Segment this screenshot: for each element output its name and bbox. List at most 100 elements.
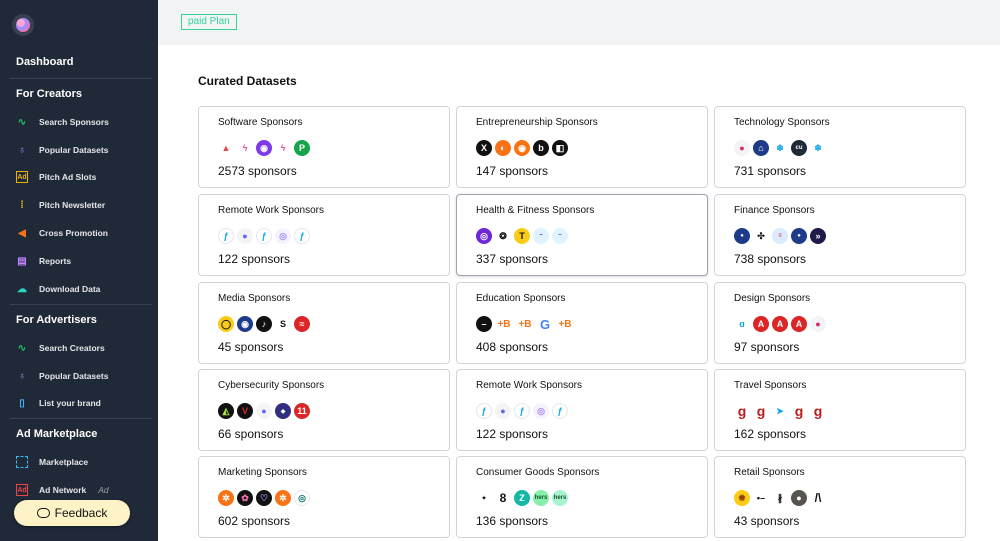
- sponsor-logos: ◭ V ● ◆ 11: [218, 402, 313, 420]
- dataset-card-marketing[interactable]: Marketing Sponsors ✲ ✿ ♡ ✲ ◎ 602 sponsor…: [198, 456, 450, 538]
- report-icon: ▤: [17, 255, 27, 267]
- sponsor-logo-icon: ●: [237, 228, 253, 244]
- sponsor-logo-icon: ◭: [218, 403, 234, 419]
- sponsor-logo-icon: ●: [810, 316, 826, 332]
- sponsor-logos: ◯ ◉ ♪ S ≈: [218, 315, 313, 333]
- sponsor-logos: g g ➤ g g: [734, 402, 829, 420]
- sponsor-logo-icon: b: [533, 140, 549, 156]
- sponsor-logo-icon: S: [275, 316, 291, 332]
- dataset-card-cybersecurity[interactable]: Cybersecurity Sponsors ◭ V ● ◆ 11 66 spo…: [198, 369, 450, 451]
- sponsor-logo-icon: hers: [533, 490, 549, 506]
- sponsor-logo-icon: ≡: [772, 228, 788, 244]
- sponsor-logo-icon: ~: [533, 228, 549, 244]
- dataset-card-software[interactable]: Software Sponsors ▲ ϟ ◉ ϟ P 2573 sponsor…: [198, 106, 450, 188]
- sponsor-logo-icon: P: [294, 140, 310, 156]
- sponsor-logo-icon: »: [810, 228, 826, 244]
- dataset-card-travel[interactable]: Travel Sponsors g g ➤ g g 162 sponsors: [714, 369, 966, 451]
- dataset-card-remote-work-2[interactable]: Remote Work Sponsors ƒ ● ƒ ◎ ƒ 122 spons…: [456, 369, 708, 451]
- sponsor-logo-icon: ●: [791, 228, 807, 244]
- sponsor-logo-icon: ●: [256, 403, 272, 419]
- sidebar: Dashboard For Creators ∿ Search Sponsors …: [0, 0, 158, 541]
- nav-dashboard[interactable]: Dashboard: [16, 56, 73, 68]
- sponsor-logo-icon: ◎: [275, 228, 291, 244]
- dataset-card-technology[interactable]: Technology Sponsors ● ⌂ ❄ cu ❄ 731 spons…: [714, 106, 966, 188]
- sponsor-logo-icon: ✦: [476, 490, 492, 506]
- nav-popular-datasets-advertisers[interactable]: ♁ Popular Datasets: [16, 368, 108, 384]
- plan-badge[interactable]: paid Plan: [181, 14, 237, 30]
- nav-search-creators[interactable]: ∿ Search Creators: [16, 340, 105, 356]
- dataset-card-finance[interactable]: Finance Sponsors ● ✣ ≡ ● » 738 sponsors: [714, 194, 966, 276]
- nav-cross-promotion[interactable]: ◀ Cross Promotion: [16, 225, 108, 241]
- sponsor-logo-icon: ɑ: [734, 316, 750, 332]
- sponsor-logo-icon: ✲: [218, 490, 234, 506]
- sponsor-logo-icon: ◉: [237, 316, 253, 332]
- sponsor-logo-icon: Z: [514, 490, 530, 506]
- sponsor-logo-icon: +B: [516, 316, 534, 332]
- nav-marketplace[interactable]: Marketplace: [16, 454, 88, 470]
- nav-popular-datasets[interactable]: ♁ Popular Datasets: [16, 142, 108, 158]
- app-logo[interactable]: [12, 14, 34, 36]
- sponsor-logo-icon: ◉: [514, 140, 530, 156]
- sponsor-logo-icon: ◎: [533, 403, 549, 419]
- sponsor-logo-icon: ◐: [495, 140, 511, 156]
- sponsor-logo-icon: V: [237, 403, 253, 419]
- sponsor-logo-icon: ∦: [772, 490, 788, 506]
- flame-icon: ♁: [18, 144, 26, 156]
- sponsor-logos: ✲ ✿ ♡ ✲ ◎: [218, 489, 313, 507]
- dots-icon: ⁞: [20, 199, 24, 211]
- sponsor-logo-icon: +B: [556, 316, 574, 332]
- sponsor-logos: ɑ A A A ●: [734, 315, 829, 333]
- sponsor-logo-icon: ϟ: [237, 140, 253, 156]
- nav-search-sponsors[interactable]: ∿ Search Sponsors: [16, 114, 109, 130]
- dataset-card-consumer-goods[interactable]: Consumer Goods Sponsors ✦ 8 Z hers hers …: [456, 456, 708, 538]
- sponsor-logo-icon: ~: [552, 228, 568, 244]
- sponsor-logo-icon: ◆: [275, 403, 291, 419]
- sponsor-logos: ✹ •– ∦ ● /\: [734, 489, 829, 507]
- sponsor-logo-icon: ❄: [772, 140, 788, 156]
- sponsor-logo-icon: T: [514, 228, 530, 244]
- feedback-button[interactable]: Feedback: [14, 500, 130, 526]
- cloud-download-icon: ☁: [17, 283, 27, 295]
- sponsor-logos: – +B +B G +B: [476, 315, 577, 333]
- sponsor-logo-icon: ✲: [275, 490, 291, 506]
- dataset-card-health-fitness[interactable]: Health & Fitness Sponsors ◎ ❂ T ~ ~ 337 …: [456, 194, 708, 276]
- dataset-card-remote-work[interactable]: Remote Work Sponsors ƒ ● ƒ ◎ ƒ 122 spons…: [198, 194, 450, 276]
- sponsor-logo-icon: ƒ: [218, 228, 234, 244]
- ad-tag: Ad: [98, 485, 109, 495]
- section-for-creators: For Creators: [16, 88, 83, 100]
- sponsor-logo-icon: g: [753, 403, 769, 419]
- sponsor-logos: X ◐ ◉ b ◧: [476, 139, 571, 157]
- sponsor-logo-icon: 8: [495, 490, 511, 506]
- megaphone-icon: ◀: [18, 227, 26, 239]
- sponsor-logo-icon: hers: [552, 490, 568, 506]
- sponsor-logo-icon: +B: [495, 316, 513, 332]
- nav-ad-network[interactable]: Ad Ad Network Ad: [16, 482, 109, 498]
- dataset-card-entrepreneurship[interactable]: Entrepreneurship Sponsors X ◐ ◉ b ◧ 147 …: [456, 106, 708, 188]
- sponsor-logo-icon: ◎: [294, 490, 310, 506]
- sponsor-logo-icon: ƒ: [294, 228, 310, 244]
- dataset-card-education[interactable]: Education Sponsors – +B +B G +B 408 spon…: [456, 282, 708, 364]
- nav-reports[interactable]: ▤ Reports: [16, 253, 71, 269]
- sponsor-logo-icon: ◯: [218, 316, 234, 332]
- nav-pitch-newsletter[interactable]: ⁞ Pitch Newsletter: [16, 197, 105, 213]
- sponsor-logo-icon: ●: [734, 228, 750, 244]
- nav-list-your-brand[interactable]: ▯ List your brand: [16, 395, 101, 411]
- sponsor-logo-icon: ƒ: [552, 403, 568, 419]
- pulse-icon: ∿: [17, 342, 27, 354]
- dataset-card-retail[interactable]: Retail Sponsors ✹ •– ∦ ● /\ 43 sponsors: [714, 456, 966, 538]
- nav-pitch-ad-slots[interactable]: Ad Pitch Ad Slots: [16, 169, 96, 185]
- sponsor-logos: ƒ ● ƒ ◎ ƒ: [476, 402, 571, 420]
- grid-icon: [16, 456, 28, 468]
- sponsor-logo-icon: /\: [810, 490, 826, 506]
- divider: [10, 78, 152, 79]
- dataset-card-media[interactable]: Media Sponsors ◯ ◉ ♪ S ≈ 45 sponsors: [198, 282, 450, 364]
- sponsor-logos: ● ✣ ≡ ● »: [734, 227, 829, 245]
- sponsor-logo-icon: cu: [791, 140, 807, 156]
- sponsor-logo-icon: ❂: [495, 228, 511, 244]
- divider: [10, 304, 152, 305]
- nav-download-data[interactable]: ☁ Download Data: [16, 281, 100, 297]
- pulse-icon: ∿: [17, 116, 27, 128]
- dataset-card-design[interactable]: Design Sponsors ɑ A A A ● 97 sponsors: [714, 282, 966, 364]
- sponsor-logo-icon: ♪: [256, 316, 272, 332]
- sponsor-logo-icon: g: [734, 403, 750, 419]
